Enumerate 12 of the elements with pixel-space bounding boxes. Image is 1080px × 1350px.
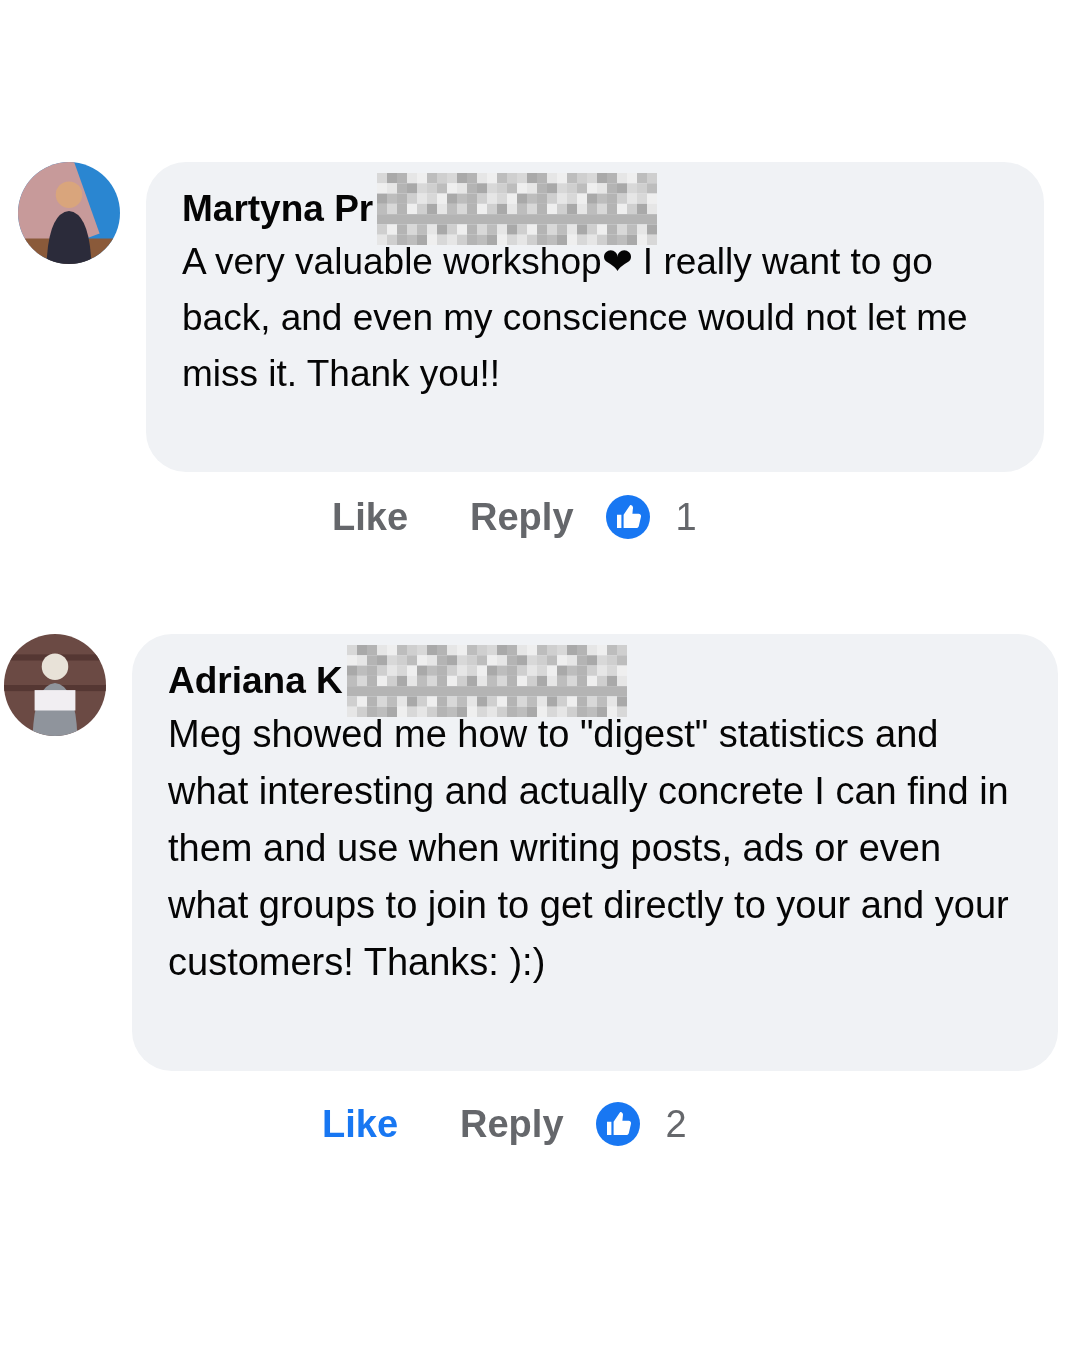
reply-link[interactable]: Reply: [470, 495, 574, 539]
comment-text: Meg showed me how to "digest" statistics and what interesting and actually concrete I can find in them and use when writing posts, ads or even what groups to join to get directly to your and your customers! Thanks: ):): [168, 712, 1010, 985]
thumbs-up-icon: [595, 1102, 640, 1146]
like-link[interactable]: Like: [332, 495, 409, 539]
comment-text: A very valuable workshop❤ I really want to go back, and even my conscience would not let me miss it. Thank you!!: [182, 240, 969, 396]
reply-link[interactable]: Reply: [460, 1102, 564, 1146]
like-link[interactable]: Like: [322, 1102, 399, 1146]
author-name[interactable]: Adriana K: [168, 660, 343, 702]
thumbs-up-icon: [605, 495, 650, 539]
reaction-count: 1: [675, 495, 697, 539]
reaction-count: 2: [665, 1102, 687, 1146]
author-name[interactable]: Martyna Pr: [182, 188, 374, 230]
